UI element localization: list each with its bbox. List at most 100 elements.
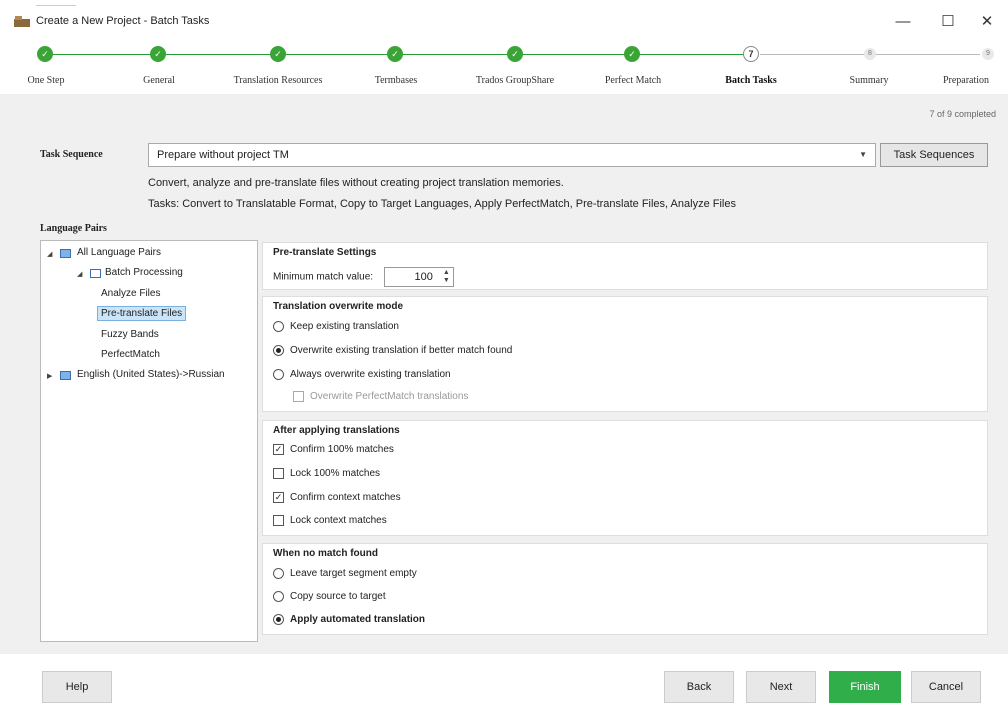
expand-arrow-icon[interactable]: ▶: [47, 372, 52, 380]
tree-item-fuzzy-bands[interactable]: Fuzzy Bands: [101, 329, 159, 340]
task-sequence-tasks: Tasks: Convert to Translatable Format, C…: [148, 198, 736, 210]
tree-item-analyze-files[interactable]: Analyze Files: [101, 288, 160, 299]
step-label-preparation[interactable]: Preparation: [943, 75, 989, 86]
check-overwrite-perfectmatch[interactable]: Overwrite PerfectMatch translations: [293, 391, 468, 402]
checkbox-label: Confirm context matches: [290, 492, 401, 504]
spin-arrows-icon[interactable]: ▲ ▼: [443, 269, 450, 285]
step-9-pending-icon: 9: [982, 48, 994, 60]
checkbox-label: Lock context matches: [290, 515, 387, 527]
task-sequences-button[interactable]: Task Sequences: [880, 143, 988, 167]
step-label-termbases[interactable]: Termbases: [375, 75, 418, 86]
radio-label: Always overwrite existing translation: [290, 369, 451, 381]
next-button[interactable]: Next: [746, 671, 816, 703]
checkbox-checked-icon[interactable]: ✓: [273, 444, 284, 455]
check-confirm-context[interactable]: ✓ Confirm context matches: [273, 492, 401, 503]
task-sequence-label: Task Sequence: [40, 149, 103, 160]
tree-item-perfectmatch[interactable]: PerfectMatch: [101, 349, 160, 360]
language-pairs-tree[interactable]: ◢ All Language Pairs ◢ Batch Processing …: [40, 240, 258, 642]
radio-button-icon[interactable]: [273, 591, 284, 602]
radio-button-icon[interactable]: [273, 321, 284, 332]
minimize-button[interactable]: —: [888, 10, 918, 34]
step-label-trados-groupshare[interactable]: Trados GroupShare: [476, 75, 554, 86]
pretranslate-settings-group: Pre-translate Settings Minimum match val…: [262, 242, 988, 290]
check-lock-context[interactable]: Lock context matches: [273, 515, 387, 526]
checkbox-icon[interactable]: [273, 515, 284, 526]
tree-item-english-russian[interactable]: English (United States)->Russian: [77, 369, 225, 380]
footer-bar: Help Back Next Finish Cancel: [0, 654, 1008, 712]
step-3-check-icon: ✓: [270, 46, 286, 62]
step-7-current-icon: 7: [743, 46, 759, 62]
radio-button-icon[interactable]: [273, 568, 284, 579]
tree-item-all-language-pairs[interactable]: All Language Pairs: [77, 247, 161, 258]
no-match-title: When no match found: [273, 548, 378, 559]
top-divider: [36, 5, 76, 6]
tree-item-batch-processing[interactable]: Batch Processing: [105, 267, 183, 278]
radio-apply-automated[interactable]: Apply automated translation: [273, 614, 425, 625]
task-sequence-dropdown[interactable]: Prepare without project TM ▼: [148, 143, 876, 167]
radio-label: Apply automated translation: [290, 614, 426, 626]
radio-leave-empty[interactable]: Leave target segment empty: [273, 568, 417, 579]
min-match-value: 100: [414, 271, 433, 283]
radio-button-selected-icon[interactable]: [273, 614, 284, 625]
maximize-button[interactable]: ☐: [933, 10, 963, 34]
checkbox-label: Overwrite PerfectMatch translations: [310, 391, 469, 403]
language-pairs-label: Language Pairs: [40, 223, 107, 234]
step-label-general[interactable]: General: [143, 75, 175, 86]
min-match-row: Minimum match value: 100 ▲ ▼: [273, 267, 454, 287]
radio-button-selected-icon[interactable]: [273, 345, 284, 356]
pretranslate-settings-title: Pre-translate Settings: [273, 247, 377, 258]
checkbox-icon[interactable]: [293, 391, 304, 402]
radio-keep-existing[interactable]: Keep existing translation: [273, 321, 399, 332]
no-match-group: When no match found Leave target segment…: [262, 543, 988, 635]
step-label-translation-resources[interactable]: Translation Resources: [234, 75, 323, 86]
progress-text: 7 of 9 completed: [929, 109, 996, 119]
tree-item-pre-translate-files[interactable]: Pre-translate Files: [97, 306, 187, 321]
task-sequence-description: Convert, analyze and pre-translate files…: [148, 177, 564, 189]
radio-button-icon[interactable]: [273, 369, 284, 380]
radio-label: Keep existing translation: [290, 321, 399, 333]
wizard-steps: ✓ One Step ✓ General ✓ Translation Resou…: [0, 40, 1008, 92]
step-8-pending-icon: 8: [864, 48, 876, 60]
step-label-one-step[interactable]: One Step: [28, 75, 65, 86]
chevron-down-icon: ▼: [859, 150, 867, 159]
collapse-arrow-icon[interactable]: ◢: [77, 270, 82, 278]
radio-copy-source[interactable]: Copy source to target: [273, 591, 386, 602]
title-bar: Create a New Project - Batch Tasks — ☐ ✕: [0, 0, 1008, 40]
step-1-check-icon: ✓: [37, 46, 53, 62]
close-button[interactable]: ✕: [972, 10, 1002, 34]
batch-processing-icon: [90, 269, 101, 278]
language-pair-icon: [60, 371, 71, 380]
cancel-button[interactable]: Cancel: [911, 671, 981, 703]
step-label-perfect-match[interactable]: Perfect Match: [605, 75, 661, 86]
radio-always-overwrite[interactable]: Always overwrite existing translation: [273, 369, 451, 380]
radio-label: Leave target segment empty: [290, 568, 417, 580]
radio-overwrite-better[interactable]: Overwrite existing translation if better…: [273, 345, 512, 356]
step-label-summary[interactable]: Summary: [850, 75, 889, 86]
radio-label: Copy source to target: [290, 591, 386, 603]
window-title: Create a New Project - Batch Tasks: [36, 15, 210, 27]
step-label-batch-tasks[interactable]: Batch Tasks: [725, 75, 776, 86]
step-2-check-icon: ✓: [150, 46, 166, 62]
after-applying-title: After applying translations: [273, 425, 400, 436]
overwrite-mode-group: Translation overwrite mode Keep existing…: [262, 296, 988, 412]
app-icon: [14, 16, 30, 27]
overwrite-mode-title: Translation overwrite mode: [273, 301, 404, 312]
min-match-stepper[interactable]: 100 ▲ ▼: [383, 267, 454, 287]
check-lock-100[interactable]: Lock 100% matches: [273, 468, 380, 479]
step-6-check-icon: ✓: [624, 46, 640, 62]
checkbox-label: Lock 100% matches: [290, 468, 381, 480]
radio-label: Overwrite existing translation if better…: [290, 345, 513, 357]
check-confirm-100[interactable]: ✓ Confirm 100% matches: [273, 444, 394, 455]
min-match-label: Minimum match value:: [273, 271, 374, 283]
step-5-check-icon: ✓: [507, 46, 523, 62]
help-button[interactable]: Help: [42, 671, 112, 703]
step-4-check-icon: ✓: [387, 46, 403, 62]
finish-button[interactable]: Finish: [829, 671, 901, 703]
back-button[interactable]: Back: [664, 671, 734, 703]
checkbox-icon[interactable]: [273, 468, 284, 479]
collapse-arrow-icon[interactable]: ◢: [47, 250, 52, 258]
checkbox-label: Confirm 100% matches: [290, 444, 394, 456]
after-applying-group: After applying translations ✓ Confirm 100…: [262, 420, 988, 536]
checkbox-checked-icon[interactable]: ✓: [273, 492, 284, 503]
language-pairs-icon: [60, 249, 71, 258]
